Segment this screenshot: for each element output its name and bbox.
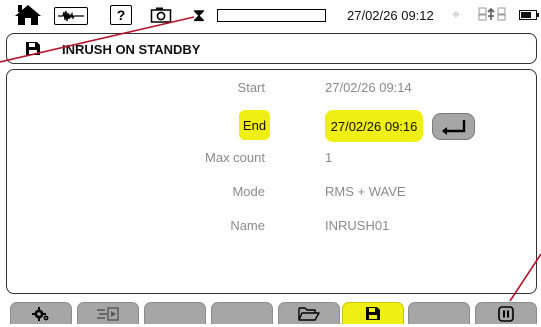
network-icon (478, 6, 514, 22)
end-value-field[interactable]: 27/02/26 09:16 (325, 110, 423, 142)
pause-key[interactable] (475, 302, 537, 324)
name-row: Name INRUSH01 (7, 218, 536, 248)
settings-key[interactable] (10, 302, 72, 324)
battery-icon (519, 10, 537, 20)
mode-value: RMS + WAVE (325, 184, 406, 199)
gps-icon: ⌖ (452, 6, 460, 22)
mode-row: Mode RMS + WAVE (7, 184, 536, 214)
pause-icon (498, 305, 514, 322)
camera-icon[interactable] (148, 2, 174, 28)
mode-label: Mode (232, 184, 265, 199)
function-key-7[interactable] (408, 302, 470, 324)
end-row[interactable]: End 27/02/26 09:16 (7, 110, 536, 142)
save-icon (366, 307, 380, 320)
battery-tip (537, 13, 539, 17)
name-label: Name (230, 218, 265, 233)
function-key-3[interactable] (144, 302, 206, 324)
function-key-bar (0, 297, 541, 327)
export-key[interactable] (77, 302, 139, 324)
open-folder-key[interactable] (278, 302, 340, 324)
home-icon[interactable] (10, 2, 46, 28)
enter-icon (442, 120, 466, 135)
hourglass-icon: ⧗ (192, 4, 206, 25)
settings-icon (32, 306, 49, 321)
page-title: INRUSH ON STANDBY (62, 42, 201, 57)
end-label[interactable]: End (239, 110, 270, 140)
save-icon (25, 41, 41, 56)
function-key-4[interactable] (211, 302, 273, 324)
battery-level (521, 12, 531, 18)
folder-icon (298, 306, 320, 321)
progress-bar (217, 9, 326, 22)
start-row: Start 27/02/26 09:14 (7, 80, 536, 110)
max-count-label: Max count (205, 150, 265, 165)
enter-button[interactable] (432, 113, 475, 140)
datetime: 27/02/26 09:12 (347, 8, 434, 23)
export-icon (97, 306, 119, 321)
name-value: INRUSH01 (325, 218, 390, 233)
max-count-row: Max count 1 (7, 150, 536, 180)
start-label: Start (237, 80, 265, 95)
inrush-settings-panel: Start 27/02/26 09:14 End 27/02/26 09:16 … (6, 69, 537, 294)
title-bar: INRUSH ON STANDBY (6, 33, 537, 64)
status-bar: ? ⧗ 27/02/26 09:12 ⌖ (0, 0, 541, 31)
waveform-icon[interactable] (54, 7, 88, 25)
save-key[interactable] (342, 302, 404, 324)
max-count-value: 1 (325, 150, 333, 165)
help-icon[interactable]: ? (110, 5, 132, 25)
start-value: 27/02/26 09:14 (325, 80, 412, 95)
